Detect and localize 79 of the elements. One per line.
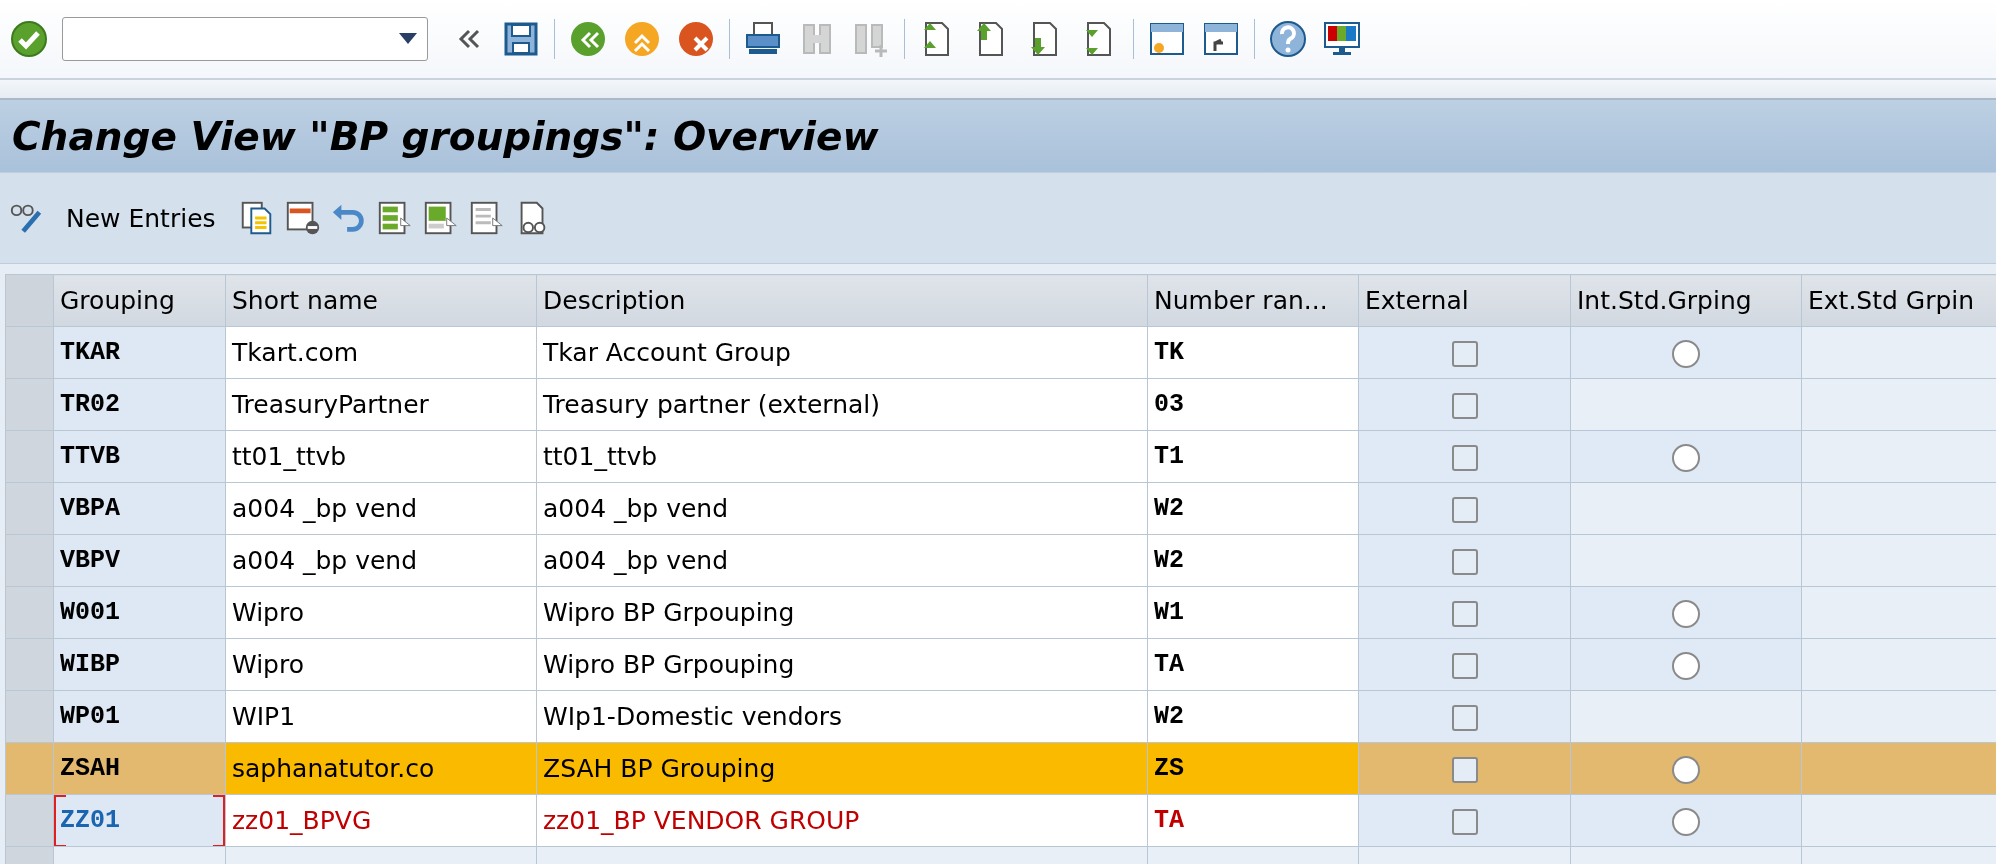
- table-cell: W1: [1147, 586, 1359, 639]
- table-cell: W001: [53, 586, 226, 639]
- table-cell: ZS: [1147, 742, 1359, 795]
- table-cell: Wipro: [225, 638, 537, 691]
- table-cell: ZSAH: [53, 742, 226, 795]
- table-cell: WIP1: [225, 690, 537, 743]
- table-cell: a004 _bp vend: [225, 482, 537, 535]
- checkbox[interactable]: [1451, 393, 1478, 419]
- table-row[interactable]: ZSAH saphanatutor.co ZSAH BP Grouping ZS: [5, 742, 1996, 795]
- check-icon[interactable]: [8, 18, 50, 60]
- table-row[interactable]: TKAR Tkart.com Tkar Account Group TK: [5, 326, 1996, 379]
- table-cell: Tkar Account Group: [536, 326, 1148, 379]
- table-cell: Wipro BP Grpouping: [536, 586, 1148, 639]
- radio-button[interactable]: [1672, 807, 1700, 836]
- table-cell: WP01: [53, 690, 226, 743]
- checkbox[interactable]: [1451, 705, 1478, 731]
- table-cell: TR02: [53, 378, 226, 431]
- table-cell: TKAR: [53, 326, 226, 379]
- table-cell: a004 _bp vend: [536, 482, 1148, 535]
- table-cell: TK: [1147, 326, 1359, 379]
- table-cell: W2: [1147, 482, 1359, 535]
- help-icon[interactable]: [1267, 18, 1309, 60]
- radio-button[interactable]: [1672, 443, 1700, 472]
- table-cell: zz01_BP VENDOR GROUP: [536, 794, 1148, 847]
- checkbox[interactable]: [1451, 601, 1478, 627]
- table-cell: TA: [1147, 638, 1359, 691]
- table-cell: W2: [1147, 690, 1359, 743]
- screen-title: Change View "BP groupings": Overview: [12, 113, 879, 159]
- command-field[interactable]: [62, 17, 428, 61]
- table-cell: WIp1-Domestic vendors: [536, 690, 1148, 743]
- table-row[interactable]: WP01 WIP1 WIp1-Domestic vendors W2: [5, 690, 1996, 743]
- column-header[interactable]: Short name: [225, 274, 537, 327]
- checkbox[interactable]: [1451, 445, 1478, 471]
- radio-button[interactable]: [1672, 599, 1700, 628]
- table-cell: tt01_ttvb: [536, 430, 1148, 483]
- table-cell: a004 _bp vend: [225, 534, 537, 587]
- table-cell: VBPV: [53, 534, 226, 587]
- dropdown-caret-icon[interactable]: [399, 33, 417, 45]
- table-row[interactable]: ZZ01 zz01_BPVG zz01_BP VENDOR GROUP TA: [5, 794, 1996, 847]
- radio-button[interactable]: [1672, 651, 1700, 680]
- table-cell: TreasuryPartner: [225, 378, 537, 431]
- table-cell: TA: [1147, 794, 1359, 847]
- table-cell: Wipro BP Grpouping: [536, 638, 1148, 691]
- table-cell: W2: [1147, 534, 1359, 587]
- new-entries-button[interactable]: New Entries: [54, 199, 230, 237]
- column-header[interactable]: External: [1358, 274, 1571, 327]
- table-cell: 03: [1147, 378, 1359, 431]
- table-row[interactable]: TR02 TreasuryPartner Treasury partner (external) 03: [5, 378, 1996, 431]
- table-cell: T1: [1147, 430, 1359, 483]
- column-header[interactable]: Grouping: [53, 274, 226, 327]
- table-cell: TTVB: [53, 430, 226, 483]
- column-header[interactable]: Description: [536, 274, 1148, 327]
- checkbox[interactable]: [1451, 497, 1478, 523]
- table-cell: Wipro: [225, 586, 537, 639]
- checkbox[interactable]: [1451, 809, 1478, 835]
- column-header[interactable]: Ext.Std Grpin: [1801, 274, 1996, 327]
- table-cell: tt01_ttvb: [225, 430, 537, 483]
- checkbox[interactable]: [1451, 653, 1478, 679]
- table-cell: ZZ01: [53, 794, 226, 847]
- table-row[interactable]: TTVB tt01_ttvb tt01_ttvb T1: [5, 430, 1996, 483]
- table-row[interactable]: VBPA a004 _bp vend a004 _bp vend W2: [5, 482, 1996, 535]
- radio-button[interactable]: [1672, 339, 1700, 368]
- table-row[interactable]: VBPV a004 _bp vend a004 _bp vend W2: [5, 534, 1996, 587]
- table-cell: Treasury partner (external): [536, 378, 1148, 431]
- checkbox[interactable]: [1451, 341, 1478, 367]
- table-cell: WIBP: [53, 638, 226, 691]
- table-cell: a004 _bp vend: [536, 534, 1148, 587]
- table-cell: saphanatutor.co: [225, 742, 537, 795]
- radio-button[interactable]: [1672, 755, 1700, 784]
- column-header[interactable]: Number ran...: [1147, 274, 1359, 327]
- table-row[interactable]: W001 Wipro Wipro BP Grpouping W1: [5, 586, 1996, 639]
- table-cell: VBPA: [53, 482, 226, 535]
- table-cell: zz01_BPVG: [225, 794, 537, 847]
- checkbox[interactable]: [1451, 757, 1478, 783]
- column-header[interactable]: Int.Std.Grping: [1570, 274, 1802, 327]
- table-row[interactable]: WIBP Wipro Wipro BP Grpouping TA: [5, 638, 1996, 691]
- table-cell: Tkart.com: [225, 326, 537, 379]
- checkbox[interactable]: [1451, 549, 1478, 575]
- table-cell: ZSAH BP Grouping: [536, 742, 1148, 795]
